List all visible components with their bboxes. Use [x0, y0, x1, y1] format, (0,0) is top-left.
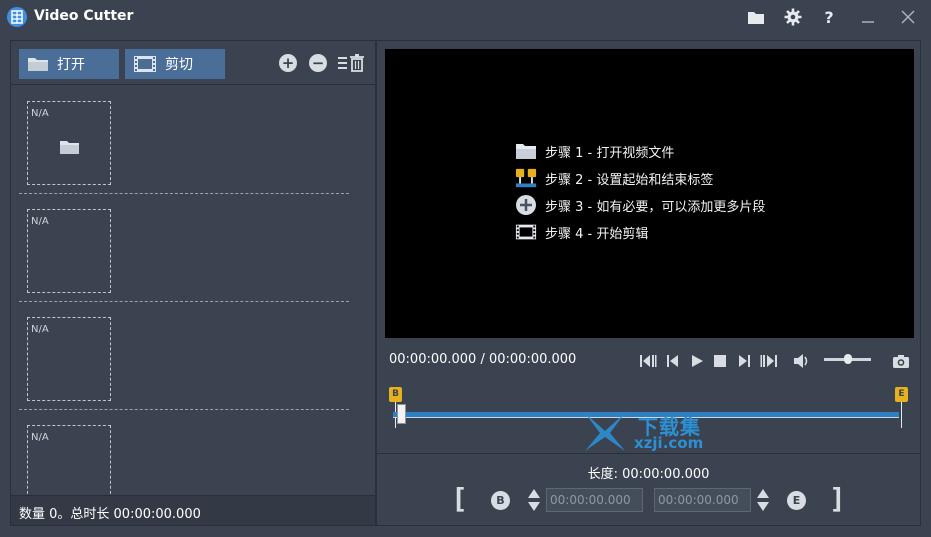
open-folder-button[interactable] [745, 7, 767, 27]
timeline-playhead[interactable] [397, 404, 406, 424]
cut-button[interactable]: 剪切 [125, 49, 225, 79]
clear-list-icon [338, 54, 364, 72]
video-preview[interactable]: 步骤 1 - 打开视频文件 步骤 2 - 设置起始和结束标签 步骤 3 - 如有… [385, 49, 914, 338]
clip-thumbnail[interactable]: N/A [27, 101, 111, 185]
next-frame-icon [739, 355, 750, 367]
clip-item[interactable]: N/A [19, 410, 349, 494]
clear-list-button[interactable] [337, 53, 367, 73]
help-button[interactable]: ? [818, 7, 840, 27]
folder-icon [28, 58, 48, 71]
clip-thumbnail[interactable]: N/A [27, 317, 111, 401]
playback-time: 00:00:00.000 / 00:00:00.000 [389, 352, 577, 367]
app-logo-icon [7, 7, 27, 27]
set-begin-bracket-button[interactable]: [ [451, 483, 468, 515]
folder-icon [748, 11, 764, 24]
cut-button-label: 剪切 [165, 57, 193, 73]
begin-time-field[interactable] [546, 488, 643, 512]
step-3: 步骤 3 - 如有必要，可以添加更多片段 [515, 194, 765, 216]
go-to-start-button[interactable] [638, 351, 658, 371]
remove-clip-button[interactable]: − [309, 54, 327, 72]
skip-end-icon [760, 355, 777, 367]
gear-icon [784, 8, 802, 26]
start-marker[interactable]: B [389, 387, 402, 402]
help-icon: ? [824, 7, 834, 27]
folder-icon [515, 140, 537, 162]
end-marker[interactable]: E [895, 387, 908, 402]
close-icon [901, 10, 915, 24]
speaker-icon [794, 354, 808, 368]
snapshot-button[interactable] [891, 351, 911, 371]
film-icon [515, 221, 537, 243]
plus-icon: + [281, 54, 295, 72]
end-time-stepper[interactable] [756, 488, 770, 512]
segment-duration: 长度: 00:00:00.000 [587, 467, 710, 482]
folder-icon [60, 141, 79, 154]
end-marker-stem [901, 402, 902, 428]
clip-toolbar: 打开 剪切 + − [11, 41, 375, 85]
settings-button[interactable] [782, 7, 804, 27]
previous-frame-button[interactable] [663, 351, 683, 371]
thumbnail-label: N/A [31, 324, 49, 335]
up-down-arrows-icon [757, 489, 769, 511]
play-button[interactable] [687, 351, 707, 371]
clip-list-panel: 打开 剪切 + − N/A N/A N/A N/A 数量 0。总时长 00:00… [10, 40, 376, 526]
title-bar: Video Cutter ? [0, 0, 931, 34]
up-down-arrows-icon [528, 489, 540, 511]
open-button-label: 打开 [57, 57, 85, 73]
thumbnail-label: N/A [31, 432, 49, 443]
step-1: 步骤 1 - 打开视频文件 [515, 140, 674, 162]
minimize-button[interactable] [857, 7, 879, 27]
site-watermark: 下载集 xzji.com [570, 409, 730, 455]
go-to-end-button[interactable] [759, 351, 779, 371]
stop-button[interactable] [710, 351, 730, 371]
minimize-icon [862, 21, 874, 23]
add-clip-button[interactable]: + [279, 54, 297, 72]
next-frame-button[interactable] [734, 351, 754, 371]
skip-start-icon [640, 355, 657, 367]
volume-button[interactable] [792, 351, 812, 371]
end-time-field[interactable] [654, 488, 751, 512]
thumbnail-label: N/A [31, 216, 49, 227]
clip-item[interactable]: N/A [19, 302, 349, 410]
end-marker-button[interactable]: E [787, 491, 806, 510]
markers-icon [515, 167, 537, 189]
watermark-sub-text: xzji.com [634, 434, 704, 452]
clip-thumbnail[interactable]: N/A [27, 209, 111, 293]
previous-frame-icon [667, 355, 678, 367]
thumbnail-label: N/A [31, 108, 49, 119]
close-button[interactable] [897, 7, 919, 27]
clip-item[interactable]: N/A [19, 86, 349, 194]
step-4-text: 步骤 4 - 开始剪辑 [545, 226, 649, 242]
open-button[interactable]: 打开 [19, 49, 119, 79]
play-icon [692, 355, 703, 367]
step-4: 步骤 4 - 开始剪辑 [515, 221, 648, 243]
step-3-text: 步骤 3 - 如有必要，可以添加更多片段 [545, 199, 766, 215]
clip-item[interactable]: N/A [19, 194, 349, 302]
clip-list: N/A N/A N/A N/A [11, 86, 375, 494]
step-1-text: 步骤 1 - 打开视频文件 [545, 145, 675, 161]
clip-summary-status: 数量 0。总时长 00:00:00.000 [11, 495, 375, 525]
camera-icon [893, 354, 909, 368]
watermark-logo-icon [585, 413, 625, 451]
step-2: 步骤 2 - 设置起始和结束标签 [515, 167, 713, 189]
step-2-text: 步骤 2 - 设置起始和结束标签 [545, 172, 714, 188]
begin-time-stepper[interactable] [527, 488, 541, 512]
set-end-bracket-button[interactable]: ] [829, 483, 846, 515]
app-title: Video Cutter [34, 8, 134, 24]
clip-thumbnail[interactable]: N/A [27, 425, 111, 494]
begin-marker-button[interactable]: B [491, 491, 510, 510]
volume-slider-thumb[interactable] [843, 354, 852, 364]
stop-icon [714, 355, 726, 367]
minus-icon: − [311, 54, 325, 72]
add-circle-icon [515, 194, 537, 216]
film-icon [134, 56, 156, 72]
